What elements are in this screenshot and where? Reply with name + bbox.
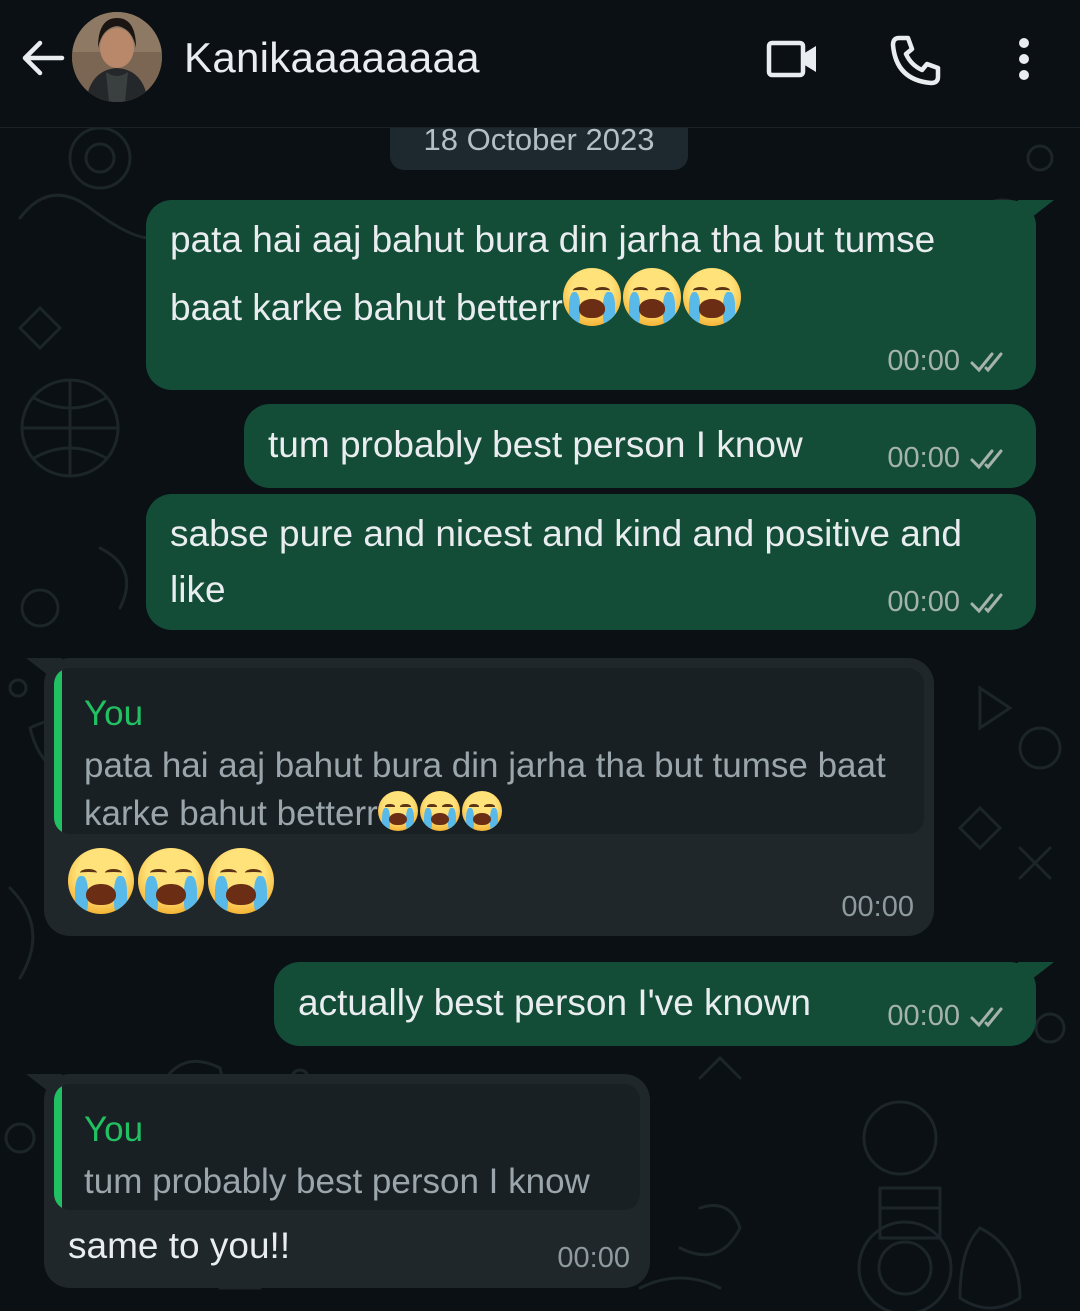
quoted-reply[interactable]: You pata hai aaj bahut bura din jarha th… (54, 668, 924, 834)
quote-author: You (84, 1110, 144, 1149)
video-call-button[interactable] (762, 30, 822, 90)
double-check-icon (970, 1007, 1003, 1027)
bubble-tail (1018, 200, 1054, 228)
message-time: 00:00 (887, 1000, 960, 1032)
message-bubble-incoming[interactable]: You pata hai aaj bahut bura din jarha th… (26, 658, 934, 936)
arrow-left-icon (22, 40, 65, 76)
message-time: 00:00 (557, 1242, 630, 1274)
crying-emoji-group (377, 791, 502, 833)
loudly-crying-face-icon (377, 791, 418, 831)
loudly-crying-face-icon (68, 848, 134, 914)
contact-avatar[interactable] (72, 12, 162, 102)
phone-icon (890, 35, 941, 86)
contact-name[interactable]: Kanikaaaaaaaa (184, 34, 480, 82)
loudly-crying-face-icon (562, 268, 621, 326)
more-options-button[interactable] (994, 30, 1054, 90)
chat-screen: Kanikaaaaaaaa 18 October 2023 pata hai a… (0, 0, 1080, 1311)
avatar-photo (72, 12, 162, 102)
quote-text: tum probably best person I know (84, 1162, 590, 1201)
message-time: 00:00 (887, 442, 960, 474)
message-text: tum probably best person I know (268, 424, 803, 465)
message-bubble-incoming[interactable]: You tum probably best person I know same… (26, 1074, 650, 1288)
message-time: 00:00 (841, 891, 914, 923)
message-bubble-outgoing[interactable]: pata hai aaj bahut bura din jarha tha bu… (146, 200, 1054, 390)
loudly-crying-face-icon (419, 791, 460, 831)
more-vertical-icon (1019, 38, 1029, 80)
message-time: 00:00 (887, 345, 960, 377)
message-text: same to you!! (68, 1225, 291, 1266)
quoted-reply[interactable]: You tum probably best person I know (54, 1084, 640, 1210)
emoji-message (68, 848, 274, 914)
voice-call-button[interactable] (886, 30, 946, 90)
loudly-crying-face-icon (622, 268, 681, 326)
loudly-crying-face-icon (461, 791, 502, 831)
message-text: actually best person I've known (298, 982, 812, 1023)
message-text: sabse pure and nicest and kind and posit… (170, 513, 962, 610)
message-text: pata hai aaj bahut bura din jarha tha bu… (170, 219, 936, 328)
message-bubble-outgoing[interactable]: sabse pure and nicest and kind and posit… (146, 494, 1036, 630)
back-button[interactable] (18, 34, 66, 82)
loudly-crying-face-icon (682, 268, 741, 326)
video-camera-icon (766, 40, 816, 78)
quote-author: You (84, 694, 144, 733)
message-time: 00:00 (887, 586, 960, 618)
chat-header: Kanikaaaaaaaa (0, 0, 1080, 128)
message-bubble-outgoing[interactable]: actually best person I've known 00:00 (274, 962, 1054, 1046)
loudly-crying-face-icon (208, 848, 274, 914)
loudly-crying-face-icon (138, 848, 204, 914)
bubble-tail (1018, 962, 1054, 990)
double-check-icon (970, 449, 1003, 469)
message-bubble-outgoing[interactable]: tum probably best person I know 00:00 (244, 404, 1036, 488)
double-check-icon (970, 352, 1003, 372)
quote-accent-bar (54, 668, 62, 834)
double-check-icon (970, 593, 1003, 613)
crying-emoji-group (562, 268, 741, 328)
quote-accent-bar (54, 1084, 62, 1210)
